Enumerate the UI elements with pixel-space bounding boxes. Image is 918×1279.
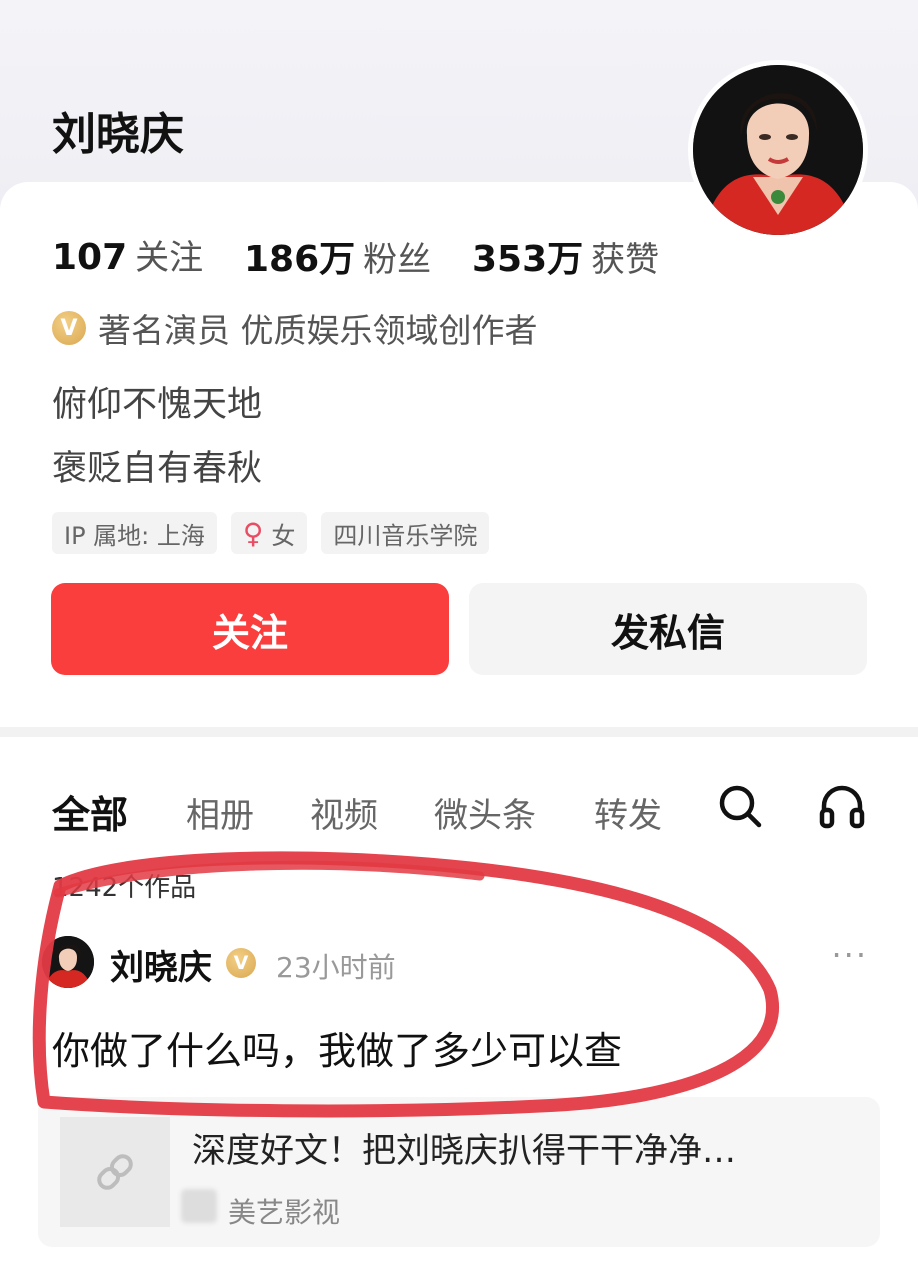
profile-name-heading: 刘晓庆	[52, 109, 184, 160]
bio-line-2: 褒贬自有春秋	[52, 449, 263, 489]
post-timestamp: 23小时前	[276, 951, 396, 984]
link-thumbnail	[60, 1117, 170, 1227]
section-divider	[0, 727, 918, 737]
tab-album[interactable]: 相册	[186, 788, 254, 837]
tag-gender: ♀ 女	[230, 512, 308, 554]
headphones-icon[interactable]	[818, 782, 866, 830]
tag-school[interactable]: 四川音乐学院	[321, 512, 490, 554]
more-options-icon[interactable]: ···	[831, 936, 868, 974]
stat-likes[interactable]: 353万 获赞	[472, 230, 659, 282]
post-author-name[interactable]: 刘晓庆	[110, 940, 212, 989]
search-icon[interactable]	[716, 782, 764, 830]
bio-line-1: 俯仰不愧天地	[52, 385, 263, 425]
stat-fans-label: 粉丝	[363, 240, 432, 280]
stat-following-label: 关注	[135, 238, 204, 278]
verified-badge-icon: V	[52, 311, 86, 345]
link-icon	[97, 1154, 133, 1190]
stat-fans[interactable]: 186万 粉丝	[244, 230, 431, 282]
tab-all[interactable]: 全部	[52, 784, 128, 839]
stat-likes-value: 353万	[472, 239, 584, 280]
tab-video[interactable]: 视频	[310, 788, 378, 837]
tab-repost[interactable]: 转发	[594, 788, 662, 837]
stat-following[interactable]: 107 关注	[52, 230, 203, 279]
shared-link-card[interactable]: 深度好文！把刘晓庆扒得干干净净… 美艺影视	[38, 1097, 880, 1247]
content-tabs: 全部 相册 视频 微头条 转发	[0, 780, 918, 840]
tag-ip-location: IP 属地: 上海	[52, 512, 217, 554]
stat-likes-label: 获赞	[591, 240, 660, 280]
link-title: 深度好文！把刘晓庆扒得干干净净…	[192, 1131, 736, 1171]
verified-badge-icon: V	[226, 948, 256, 978]
avatar-portrait	[693, 65, 863, 235]
verification-text: 著名演员 优质娱乐领域创作者	[98, 311, 538, 350]
post-text[interactable]: 你做了什么吗，我做了多少可以查	[52, 1020, 622, 1075]
link-source: 美艺影视	[228, 1196, 341, 1229]
stat-following-value: 107	[52, 237, 128, 278]
tab-micro-post[interactable]: 微头条	[434, 788, 536, 837]
works-count: 1242个作品	[52, 873, 197, 903]
profile-tags: IP 属地: 上海 ♀ 女 四川音乐学院	[52, 512, 490, 554]
post-avatar-portrait	[42, 936, 94, 988]
follow-button[interactable]: 关注	[51, 583, 449, 675]
avatar[interactable]	[688, 60, 868, 240]
female-icon: ♀	[242, 516, 264, 550]
send-message-button[interactable]: 发私信	[469, 583, 867, 675]
post-header: 刘晓庆 V 23小时前 ···	[42, 936, 882, 990]
verification-row: V 著名演员 优质娱乐领域创作者	[52, 306, 538, 350]
post-avatar[interactable]	[42, 936, 94, 988]
stat-fans-value: 186万	[244, 239, 356, 280]
source-avatar-blurred	[181, 1189, 217, 1223]
tag-gender-text: 女	[271, 521, 296, 550]
